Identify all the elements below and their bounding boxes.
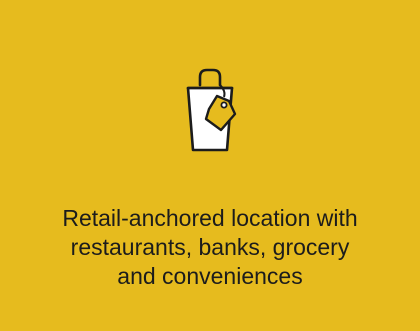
- caption-line: and conveniences: [117, 263, 303, 289]
- caption-line: restaurants, banks, grocery: [70, 234, 350, 260]
- feature-card: Retail-anchored location with restaurant…: [0, 0, 420, 331]
- shopping-bag-with-tag-icon: [179, 64, 241, 154]
- caption-line: Retail-anchored location with: [62, 205, 358, 231]
- feature-caption: Retail-anchored location with restaurant…: [0, 204, 420, 291]
